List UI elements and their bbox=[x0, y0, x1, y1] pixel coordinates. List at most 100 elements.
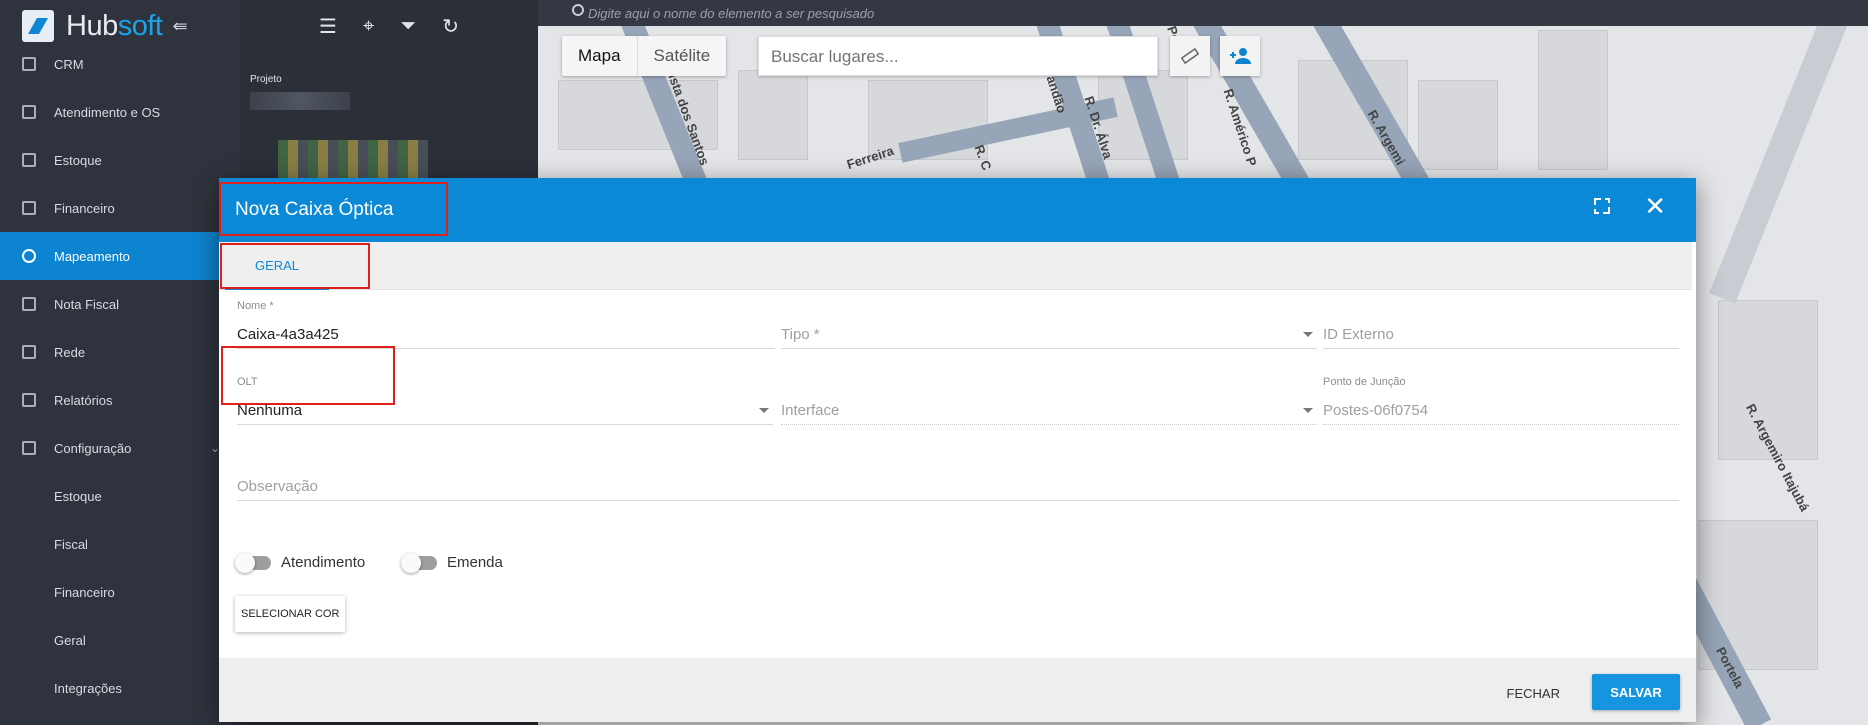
olt-label: OLT bbox=[237, 376, 258, 388]
sidebar-item-rede[interactable]: Rede bbox=[0, 328, 240, 376]
sidebar-subitem-integracoes[interactable]: Integrações bbox=[0, 664, 240, 712]
crm-icon bbox=[22, 57, 36, 71]
sidebar: Hubsoft ⇚ CRM Atendimento e OS Estoque F… bbox=[0, 0, 240, 725]
sidebar-item-label: Estoque bbox=[54, 152, 102, 168]
interface-select[interactable]: Interface bbox=[781, 376, 1317, 426]
dialog-header-actions: ✕ bbox=[1594, 193, 1666, 219]
ponto-juncao-field: Ponto de Junção Postes-06f0754 bbox=[1323, 376, 1679, 426]
dialog-tabs: GERAL bbox=[219, 242, 1692, 290]
add-person-icon[interactable] bbox=[1220, 36, 1260, 76]
dialog-footer: FECHAR SALVAR bbox=[219, 658, 1696, 722]
atendimento-toggle[interactable]: Atendimento bbox=[235, 552, 366, 573]
id-externo-placeholder: ID Externo bbox=[1323, 326, 1394, 343]
sidebar-item-label: Nota Fiscal bbox=[54, 296, 120, 312]
dropdown-caret-icon bbox=[1303, 408, 1313, 413]
save-button[interactable]: SALVAR bbox=[1592, 674, 1680, 710]
nome-label: Nome * bbox=[237, 300, 274, 312]
emenda-toggle[interactable]: Emenda bbox=[401, 552, 503, 573]
observacao-placeholder: Observação bbox=[237, 478, 318, 495]
projeto-label: Projeto bbox=[250, 74, 282, 85]
tipo-select[interactable]: Tipo * bbox=[781, 300, 1317, 350]
sidebar-item-mapeamento[interactable]: Mapeamento bbox=[0, 232, 240, 280]
sidebar-item-estoque[interactable]: Estoque bbox=[0, 136, 240, 184]
fullscreen-icon[interactable] bbox=[1594, 198, 1611, 214]
brand-accent: soft bbox=[117, 9, 163, 42]
sidebar-item-nota-fiscal[interactable]: Nota Fiscal bbox=[0, 280, 240, 328]
element-search-placeholder: Digite aqui o nome do elemento a ser pes… bbox=[588, 5, 875, 21]
document-icon bbox=[22, 297, 36, 311]
server-icon bbox=[22, 345, 36, 359]
olt-value: Nenhuma bbox=[237, 402, 303, 419]
map-building bbox=[1418, 80, 1498, 170]
annotation-highlight-tab bbox=[220, 243, 370, 289]
location-pin-icon[interactable]: ⌖ bbox=[363, 15, 374, 38]
dropdown-caret-icon bbox=[759, 408, 769, 413]
map-building bbox=[1538, 30, 1608, 170]
sidebar-item-atendimento[interactable]: Atendimento e OS bbox=[0, 88, 240, 136]
sidebar-item-crm[interactable]: CRM bbox=[0, 40, 240, 88]
map-type-mapa-button[interactable]: Mapa bbox=[562, 36, 638, 76]
toggle-thumb bbox=[401, 552, 421, 573]
sidebar-subitem-geral[interactable]: Geral bbox=[0, 616, 240, 664]
filter-icon[interactable]: ⏷ bbox=[400, 15, 416, 38]
toggle-track bbox=[401, 552, 437, 573]
interface-placeholder: Interface bbox=[781, 402, 840, 419]
gear-icon bbox=[22, 441, 36, 455]
blurred-project-name bbox=[250, 92, 350, 110]
element-search-bar[interactable]: Digite aqui o nome do elemento a ser pes… bbox=[538, 0, 1868, 26]
close-icon[interactable]: ✕ bbox=[1644, 193, 1666, 219]
sidebar-item-label: Mapeamento bbox=[54, 248, 130, 264]
atendimento-label: Atendimento bbox=[281, 554, 366, 571]
close-button[interactable]: FECHAR bbox=[1497, 678, 1570, 709]
sidebar-item-label: Atendimento e OS bbox=[54, 104, 161, 120]
search-icon bbox=[572, 4, 584, 16]
map-pin-icon bbox=[22, 249, 36, 263]
menu-icon[interactable]: ☰ bbox=[319, 14, 337, 39]
toggle-track bbox=[235, 552, 271, 573]
sidebar-item-label: Financeiro bbox=[54, 200, 115, 216]
ruler-icon[interactable] bbox=[1170, 36, 1210, 76]
olt-select[interactable]: OLT Nenhuma bbox=[237, 376, 773, 426]
nome-field[interactable]: Nome * Caixa-4a3a425 bbox=[237, 300, 775, 350]
sidebar-item-configuracao[interactable]: Configuração ⌄ bbox=[0, 424, 240, 472]
dropdown-caret-icon bbox=[1303, 332, 1313, 337]
sidebar-item-label: CRM bbox=[54, 56, 84, 72]
report-icon bbox=[22, 393, 36, 407]
collapse-sidebar-icon[interactable]: ⇚ bbox=[172, 16, 187, 37]
sidebar-item-relatorios[interactable]: Relatórios bbox=[0, 376, 240, 424]
id-externo-field[interactable]: ID Externo bbox=[1323, 300, 1679, 350]
nome-value: Caixa-4a3a425 bbox=[237, 326, 339, 343]
toggle-thumb bbox=[235, 552, 255, 573]
nova-caixa-optica-dialog: Nova Caixa Óptica ✕ GERAL Nome * Caixa-4… bbox=[219, 178, 1696, 722]
emenda-label: Emenda bbox=[447, 554, 503, 571]
ponto-juncao-value: Postes-06f0754 bbox=[1323, 402, 1429, 419]
dialog-form: Nome * Caixa-4a3a425 Tipo * ID Externo O… bbox=[219, 290, 1696, 658]
places-search-input[interactable]: Buscar lugares... bbox=[758, 36, 1158, 76]
panel-toolbar: ☰ ⌖ ⏷ ↻ bbox=[240, 0, 538, 52]
sidebar-item-label: Rede bbox=[54, 344, 86, 360]
map-type-satelite-button[interactable]: Satélite bbox=[638, 36, 727, 76]
ponto-juncao-label: Ponto de Junção bbox=[1323, 376, 1406, 388]
annotation-highlight-title bbox=[219, 182, 448, 236]
dialog-header: Nova Caixa Óptica ✕ bbox=[219, 178, 1696, 242]
street-label: R. C bbox=[971, 142, 995, 173]
sidebar-subitem-financeiro[interactable]: Financeiro bbox=[0, 568, 240, 616]
money-icon bbox=[22, 201, 36, 215]
map-type-control: Mapa Satélite bbox=[562, 36, 727, 76]
refresh-icon[interactable]: ↻ bbox=[442, 14, 459, 39]
sidebar-item-financeiro[interactable]: Financeiro bbox=[0, 184, 240, 232]
observacao-field[interactable]: Observação bbox=[237, 452, 1679, 502]
select-color-button[interactable]: SELECIONAR COR bbox=[235, 596, 346, 632]
hubsoft-logo-icon bbox=[22, 10, 54, 42]
sidebar-item-label: Relatórios bbox=[54, 392, 113, 408]
tipo-placeholder: Tipo * bbox=[781, 326, 820, 343]
brand-name: Hubsoft bbox=[66, 9, 163, 43]
brand-main: Hub bbox=[66, 9, 118, 42]
service-icon bbox=[22, 105, 36, 119]
box-icon bbox=[22, 153, 36, 167]
sidebar-item-label: Configuração bbox=[54, 440, 132, 456]
sidebar-subitem-estoque[interactable]: Estoque bbox=[0, 472, 240, 520]
sidebar-subitem-fiscal[interactable]: Fiscal bbox=[0, 520, 240, 568]
map-building bbox=[738, 70, 808, 160]
map-street bbox=[1709, 0, 1855, 304]
